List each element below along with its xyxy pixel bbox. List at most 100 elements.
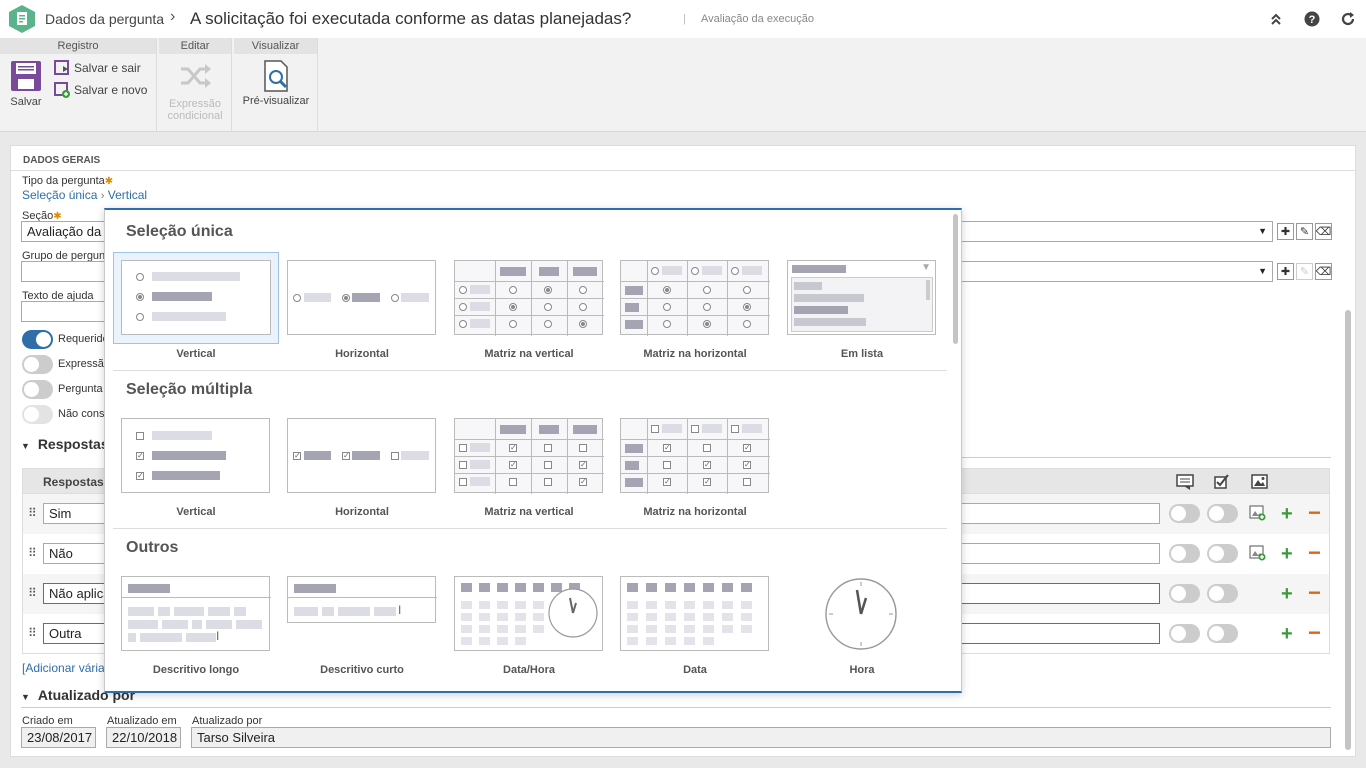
dados-gerais-title: DADOS GERAIS — [23, 155, 101, 166]
correct-toggle[interactable] — [1207, 504, 1238, 523]
drag-handle-icon[interactable]: ⠿ — [28, 586, 37, 600]
option-sm-matriz-vertical[interactable]: ✓ ✓ ✓ ✓ — [454, 418, 604, 494]
option-sm-horizontal[interactable]: ✓ ✓ — [287, 418, 436, 493]
comment-toggle[interactable] — [1169, 624, 1200, 643]
comment-toggle[interactable] — [1169, 544, 1200, 563]
option-su-em-lista[interactable]: ▼ — [787, 260, 936, 335]
add-answer-icon[interactable]: + — [1281, 504, 1293, 524]
nao-cons-toggle[interactable] — [22, 405, 53, 424]
pergunta-toggle[interactable] — [22, 380, 53, 399]
option-label: Matriz na vertical — [484, 348, 574, 360]
remove-answer-icon[interactable]: − — [1308, 622, 1321, 644]
text-cursor-icon: I — [216, 629, 220, 643]
drag-handle-icon[interactable]: ⠿ — [28, 626, 37, 640]
refresh-icon[interactable] — [1338, 9, 1358, 29]
comment-toggle[interactable] — [1169, 584, 1200, 603]
eraser-icon: ⌫ — [1315, 266, 1332, 278]
option-su-matriz-horizontal[interactable] — [620, 260, 770, 336]
expressao-condicional-button[interactable]: Expressão condicional — [162, 62, 228, 122]
previsualizar-label: Pré-visualizar — [242, 95, 310, 107]
help-icon[interactable]: ? — [1302, 9, 1322, 29]
breadcrumb-root[interactable]: Dados da pergunta — [45, 11, 164, 27]
drag-handle-icon[interactable]: ⠿ — [28, 506, 37, 520]
criado-em-label: Criado em — [22, 715, 73, 727]
respostas-section-header[interactable]: ▼ Respostas — [21, 436, 109, 452]
option-label: Horizontal — [335, 348, 389, 360]
previsualizar-button[interactable]: Pré-visualizar — [238, 60, 314, 107]
expressao-label: Expressão — [169, 98, 221, 110]
remove-answer-icon[interactable]: − — [1308, 582, 1321, 604]
option-label: Data — [683, 664, 707, 676]
clock-icon — [825, 578, 897, 650]
expressao-toggle[interactable] — [22, 355, 53, 374]
add-answer-icon[interactable]: + — [1281, 624, 1293, 644]
add-grupo-button[interactable]: ✚ — [1277, 263, 1294, 280]
atualizado-por-field: Tarso Silveira — [191, 727, 1331, 748]
add-image-icon[interactable] — [1249, 505, 1266, 521]
edit-grupo-button[interactable]: ✎ — [1296, 263, 1313, 280]
atualizado-por-label: Atualizado por — [192, 715, 263, 727]
expressao-label: Expressã — [58, 358, 104, 370]
clear-secao-button[interactable]: ⌫ — [1315, 223, 1332, 240]
svg-text:?: ? — [1309, 14, 1316, 26]
option-sm-vertical[interactable]: ✓ ✓ — [121, 418, 270, 493]
criado-em-field: 23/08/2017 — [21, 727, 96, 748]
criado-em-value: 23/08/2017 — [27, 730, 93, 745]
pencil-icon: ✎ — [1299, 266, 1310, 278]
option-label: Em lista — [840, 348, 884, 360]
calendar-clock-icon — [461, 583, 598, 645]
correct-toggle[interactable] — [1207, 624, 1238, 643]
comment-toggle[interactable] — [1169, 504, 1200, 523]
tipo-link-vertical[interactable]: Vertical — [108, 188, 147, 202]
add-answer-icon[interactable]: + — [1281, 584, 1293, 604]
option-sm-matriz-horizontal[interactable]: ✓ ✓ ✓ ✓ ✓ ✓ — [620, 418, 770, 494]
add-answer-icon[interactable]: + — [1281, 544, 1293, 564]
answer-value: Não — [49, 546, 73, 561]
option-su-vertical[interactable] — [113, 252, 279, 344]
page-scrollbar[interactable] — [1345, 310, 1351, 750]
salvar-sair-button[interactable]: Salvar e sair — [54, 60, 141, 76]
option-descritivo-curto[interactable]: I — [287, 576, 437, 623]
drag-handle-icon[interactable]: ⠿ — [28, 546, 37, 560]
selecao-multipla-heading: Seleção múltipla — [126, 381, 253, 398]
correct-toggle[interactable] — [1207, 544, 1238, 563]
option-descritivo-longo[interactable]: I — [121, 576, 271, 651]
option-data-hora[interactable] — [454, 576, 603, 651]
edit-secao-button[interactable]: ✎ — [1296, 223, 1313, 240]
option-su-horizontal[interactable] — [287, 260, 436, 335]
tipo-pergunta-label: Tipo da pergunta✱ — [22, 175, 113, 187]
correct-toggle[interactable] — [1207, 584, 1238, 603]
add-image-icon[interactable] — [1249, 545, 1266, 561]
option-hora[interactable] — [823, 576, 899, 652]
add-secao-button[interactable]: ✚ — [1277, 223, 1294, 240]
option-label: Vertical — [176, 506, 216, 518]
secao-value: Avaliação da — [27, 224, 102, 239]
dropdown-arrow-icon: ▼ — [1258, 226, 1267, 236]
adicionar-varias-link[interactable]: [Adicionar vária — [22, 661, 105, 675]
salvar-novo-label: Salvar e novo — [74, 83, 148, 97]
header-separator: | — [683, 13, 686, 25]
salvar-novo-button[interactable]: Salvar e novo — [54, 82, 147, 98]
popup-scrollbar[interactable] — [953, 214, 958, 344]
required-icon: ✱ — [104, 176, 114, 187]
requerido-toggle[interactable] — [22, 330, 53, 349]
atualizado-em-field: 22/10/2018 — [106, 727, 181, 748]
shuffle-icon — [181, 64, 211, 88]
pergunta-label: Pergunta — [58, 383, 103, 395]
collapse-up-icon[interactable] — [1266, 9, 1286, 29]
remove-answer-icon[interactable]: − — [1308, 502, 1321, 524]
tipo-sep-icon: › — [100, 190, 105, 202]
option-label: Descritivo longo — [152, 664, 240, 676]
option-label: Data/Hora — [503, 664, 555, 676]
option-su-matriz-vertical[interactable] — [454, 260, 604, 336]
tipo-link-selecao-unica[interactable]: Seleção única — [22, 188, 97, 202]
group-registro-title: Registro — [0, 38, 156, 54]
option-data[interactable] — [620, 576, 769, 651]
option-label: Vertical — [176, 348, 216, 360]
salvar-button[interactable]: Salvar — [6, 60, 46, 108]
form-hexagon-icon — [9, 5, 35, 33]
option-label: Horizontal — [335, 506, 389, 518]
remove-answer-icon[interactable]: − — [1308, 542, 1321, 564]
clear-grupo-button[interactable]: ⌫ — [1315, 263, 1332, 280]
save-new-icon — [54, 82, 70, 98]
